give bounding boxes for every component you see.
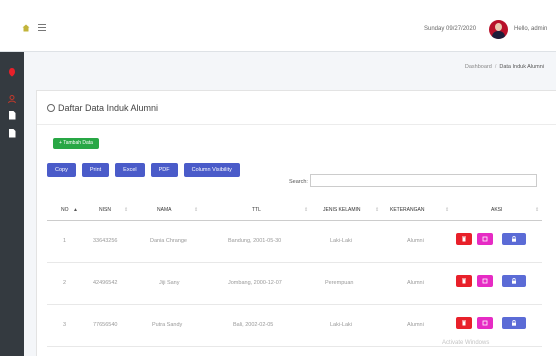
sort-icon[interactable]: ⇕ <box>445 207 449 213</box>
table-row: 2 42496542 Jiji Sany Jombang, 2000-12-07… <box>47 263 542 305</box>
breadcrumb-separator: / <box>494 64 497 70</box>
cell-nisn: 77656540 <box>93 322 118 328</box>
col-jenis-kelamin[interactable]: JENIS KELAMIN <box>323 207 361 213</box>
search-input[interactable] <box>310 174 537 187</box>
edit-icon <box>482 278 488 284</box>
activation-watermark: Activate Windows <box>442 340 490 346</box>
menu-icon[interactable] <box>38 24 46 32</box>
content-header: Dashboard / Data Induk Alumni <box>24 52 556 88</box>
edit-button[interactable] <box>477 317 493 329</box>
edit-button[interactable] <box>477 275 493 287</box>
col-nisn[interactable]: NISN <box>99 207 111 213</box>
cell-nama: Putra Sandy <box>152 322 183 328</box>
file-icon[interactable] <box>7 110 17 120</box>
profile-icon[interactable] <box>7 94 17 104</box>
breadcrumb-current: Data Induk Alumni <box>499 64 544 70</box>
lock-button[interactable] <box>502 317 526 329</box>
lock-icon <box>512 320 516 326</box>
cell-jenis-kelamin: Perempuan <box>325 280 354 286</box>
clock-icon <box>47 104 55 112</box>
excel-button[interactable]: Excel <box>115 163 145 177</box>
search-label: Search: <box>289 179 308 185</box>
breadcrumb-home[interactable]: Dashboard <box>465 64 492 70</box>
cell-ttl: Jombang, 2000-12-07 <box>228 280 282 286</box>
sort-icon[interactable]: ▲ <box>73 207 78 213</box>
file-icon[interactable] <box>7 128 17 138</box>
copy-button[interactable]: Copy <box>47 163 76 177</box>
table-row: 1 33643256 Dania Chrange Bandung, 2001-0… <box>47 221 542 263</box>
avatar[interactable] <box>489 20 508 39</box>
sort-icon[interactable]: ⇕ <box>124 207 128 213</box>
cell-no: 1 <box>63 238 67 244</box>
sort-icon[interactable]: ⇕ <box>535 207 539 213</box>
cell-no: 3 <box>63 322 67 328</box>
cell-ttl: Bali, 2002-02-05 <box>233 322 274 328</box>
sort-icon[interactable]: ⇕ <box>375 207 379 213</box>
cell-keterangan: Alumni <box>407 322 424 328</box>
delete-button[interactable] <box>456 275 472 287</box>
cell-keterangan: Alumni <box>407 238 424 244</box>
cell-nisn: 33643256 <box>93 238 118 244</box>
dashboard-icon[interactable] <box>7 67 17 77</box>
breadcrumb: Dashboard / Data Induk Alumni <box>465 64 544 70</box>
col-aksi[interactable]: AKSI <box>491 207 502 213</box>
pdf-button[interactable]: PDF <box>150 163 178 177</box>
divider <box>37 124 556 125</box>
table-header: NO ▲ NISN ⇕ NAMA ⇕ TTL ⇕ JENIS KELAMIN ⇕… <box>47 199 542 221</box>
edit-button[interactable] <box>477 233 493 245</box>
trash-icon <box>462 320 466 326</box>
cell-nisn: 42496542 <box>93 280 118 286</box>
lock-button[interactable] <box>502 275 526 287</box>
delete-button[interactable] <box>456 317 472 329</box>
edit-icon <box>482 320 488 326</box>
print-button[interactable]: Print <box>81 163 110 177</box>
trash-icon <box>462 278 466 284</box>
cell-ttl: Bandung, 2001-05-30 <box>228 238 282 244</box>
cell-no: 2 <box>63 280 67 286</box>
delete-button[interactable] <box>456 233 472 245</box>
alumni-card: Daftar Data Induk Alumni + Tambah Data C… <box>36 90 556 356</box>
edit-icon <box>482 236 488 242</box>
cell-keterangan: Alumni <box>407 280 424 286</box>
cell-jenis-kelamin: Laki-Laki <box>330 322 353 328</box>
sort-icon[interactable]: ⇕ <box>194 207 198 213</box>
trash-icon <box>462 236 466 242</box>
add-data-button[interactable]: + Tambah Data <box>53 138 99 149</box>
cell-nama: Dania Chrange <box>150 238 187 244</box>
cell-jenis-kelamin: Laki-Laki <box>330 238 353 244</box>
column-visibility-button[interactable]: Column Visibility <box>183 163 240 177</box>
nav-user-greeting[interactable]: Hello, admin <box>514 26 547 32</box>
home-icon[interactable] <box>22 24 30 32</box>
col-ttl[interactable]: TTL <box>252 207 261 213</box>
card-title: Daftar Data Induk Alumni <box>47 103 158 113</box>
lock-button[interactable] <box>502 233 526 245</box>
lock-icon <box>512 278 516 284</box>
lock-icon <box>512 236 516 242</box>
col-nama[interactable]: NAMA <box>157 207 171 213</box>
export-toolbar: Copy Print Excel PDF Column Visibility <box>47 163 240 177</box>
col-keterangan[interactable]: KETERANGAN <box>390 207 424 213</box>
col-no[interactable]: NO <box>61 207 69 213</box>
sort-icon[interactable]: ⇕ <box>304 207 308 213</box>
top-navbar: Sunday 09/27/2020 Hello, admin <box>0 0 556 52</box>
cell-nama: Jiji Sany <box>159 280 180 286</box>
sidebar <box>0 52 24 356</box>
nav-date: Sunday 09/27/2020 <box>424 26 477 32</box>
